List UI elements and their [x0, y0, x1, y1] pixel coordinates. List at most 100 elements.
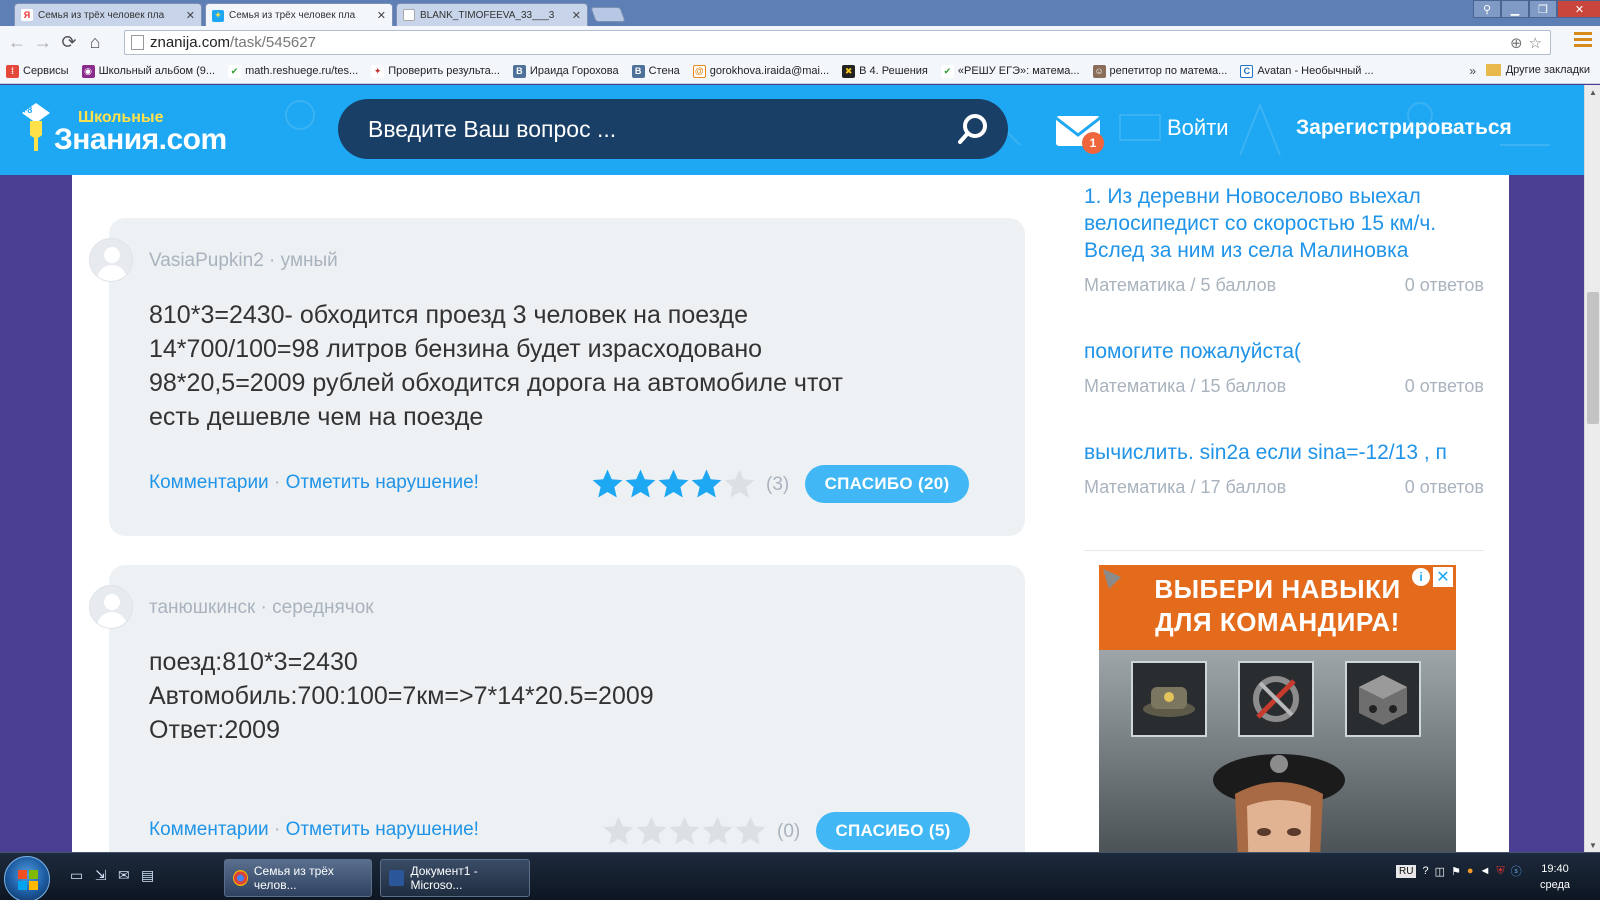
star-empty-icon[interactable] — [602, 815, 635, 848]
site-logo[interactable]: +8 Школьные Знания.com — [16, 99, 246, 159]
close-window-button[interactable]: ✕ — [1557, 0, 1600, 18]
star-empty-icon[interactable] — [723, 468, 756, 501]
url-domain: znanija.com — [150, 34, 231, 51]
ad-info-icon[interactable]: i — [1412, 568, 1430, 586]
close-tab-icon[interactable]: ✕ — [572, 9, 581, 22]
browser-tab-active[interactable]: ✦ Семья из трёх человек пла ✕ — [205, 3, 393, 27]
help-icon[interactable]: ? — [1422, 865, 1428, 877]
close-tab-icon[interactable]: ✕ — [186, 9, 195, 22]
bookmark-item[interactable]: B Стена — [631, 64, 680, 78]
avatar[interactable] — [89, 238, 133, 282]
outlook-icon[interactable]: ✉ — [118, 867, 134, 883]
rating-count: (0) — [777, 820, 801, 842]
notepad-icon[interactable]: ▤ — [141, 867, 157, 883]
volume-icon[interactable]: ◄ — [1480, 865, 1491, 877]
question-subject[interactable]: Математика — [1084, 275, 1185, 295]
home-icon[interactable]: ⌂ — [82, 30, 108, 56]
bookmark-item[interactable]: ⁞ Сервисы — [6, 64, 69, 78]
thanks-button[interactable]: СПАСИБО (5) — [816, 812, 970, 850]
register-link[interactable]: Зарегистрироваться — [1296, 116, 1512, 140]
windows-logo-icon — [18, 870, 38, 890]
avast-icon[interactable]: ● — [1467, 865, 1474, 877]
bookmark-item[interactable]: B Ираида Горохова — [512, 64, 619, 78]
report-link[interactable]: Отметить нарушение! — [286, 819, 479, 840]
scroll-thumb[interactable] — [1587, 292, 1599, 424]
bookmark-item[interactable]: ✖ В 4. Решения — [842, 64, 928, 78]
search-icon[interactable] — [956, 112, 990, 146]
bookmark-item[interactable]: ✔ «РЕШУ ЕГЭ»: матема... — [940, 64, 1080, 78]
browser-tab[interactable]: BLANK_TIMOFEEVA_33___3 ✕ — [396, 3, 588, 26]
answer-author[interactable]: VasiaPupkin2 · умный — [149, 250, 338, 272]
start-button[interactable] — [4, 856, 50, 900]
restore-button[interactable]: ❐ — [1529, 0, 1557, 18]
avatar[interactable] — [89, 585, 133, 629]
page-scrollbar[interactable]: ▲ ▼ — [1584, 85, 1600, 852]
bookmark-item[interactable]: ☺ репетитор по матема... — [1092, 64, 1227, 78]
scroll-up-icon[interactable]: ▲ — [1585, 85, 1600, 99]
window-controls: ⚲ ▁ ❐ ✕ — [1473, 0, 1600, 18]
star-empty-icon[interactable] — [701, 815, 734, 848]
star-empty-icon[interactable] — [734, 815, 767, 848]
taskbar-chrome[interactable]: Семья из трёх челов... — [224, 859, 372, 897]
rating-stars[interactable]: (3) — [591, 468, 789, 501]
bookmark-label: math.reshuege.ru/tes... — [245, 65, 359, 77]
star-filled-icon[interactable] — [690, 468, 723, 501]
bookmark-item[interactable]: ◉ Школьный альбом (9... — [81, 64, 215, 78]
zoom-icon[interactable]: ⊕ — [1510, 34, 1523, 52]
bookmark-item[interactable]: C Avatan - Необычный ... — [1240, 64, 1374, 78]
question-link[interactable]: 1. Из деревни Новоселово выехал велосипе… — [1084, 183, 1484, 264]
rating-stars[interactable]: (0) — [602, 815, 800, 848]
taskbar-word[interactable]: Документ1 - Microso... — [380, 859, 530, 897]
bookmark-star-icon[interactable]: ☆ — [1529, 34, 1542, 52]
comments-link[interactable]: Комментарии — [149, 819, 269, 840]
bookmark-item[interactable]: @ gorokhova.iraida@mai... — [692, 64, 829, 78]
search-input[interactable]: Введите Ваш вопрос ... — [338, 99, 1008, 159]
question-subject[interactable]: Математика — [1084, 477, 1185, 497]
scroll-down-icon[interactable]: ▼ — [1585, 838, 1600, 852]
menu-icon[interactable] — [1574, 32, 1592, 52]
skype-icon[interactable]: ⓢ — [1511, 863, 1522, 879]
new-tab-button[interactable] — [590, 7, 626, 22]
star-empty-icon[interactable] — [668, 815, 701, 848]
advertisement-banner[interactable]: ВЫБЕРИ НАВЫКИ ДЛЯ КОМАНДИРА! i ✕ — [1099, 565, 1456, 852]
report-link[interactable]: Отметить нарушение! — [286, 472, 479, 493]
user-icon[interactable]: ⚲ — [1473, 0, 1501, 18]
question-link[interactable]: помогите пожалуйста( — [1084, 338, 1484, 365]
star-filled-icon[interactable] — [591, 468, 624, 501]
bookmark-item[interactable]: ✔ math.reshuege.ru/tes... — [228, 64, 359, 78]
meta-separator: / — [1190, 477, 1196, 497]
close-tab-icon[interactable]: ✕ — [377, 9, 386, 22]
thanks-button[interactable]: СПАСИБО (20) — [805, 465, 969, 503]
minimize-button[interactable]: ▁ — [1501, 0, 1529, 18]
browser-tab[interactable]: Я Семья из трёх человек пла ✕ — [14, 3, 202, 26]
reload-icon[interactable]: ⟳ — [56, 30, 82, 56]
link-separator: · — [273, 819, 286, 840]
star-filled-icon[interactable] — [624, 468, 657, 501]
more-bookmarks-button[interactable]: » — [1469, 64, 1476, 78]
system-clock[interactable]: 19:40 среда — [1540, 861, 1570, 893]
language-indicator[interactable]: RU — [1396, 864, 1417, 878]
bookmark-label: Ираида Горохова — [529, 65, 619, 77]
question-answers: 0 ответов — [1404, 275, 1484, 295]
bookmark-item[interactable]: ✦ Проверить результа... — [371, 64, 500, 78]
login-link[interactable]: Войти — [1167, 115, 1229, 141]
show-desktop-icon[interactable]: ▭ — [70, 867, 86, 883]
ad-close-icon[interactable]: ✕ — [1433, 567, 1453, 587]
answer-author[interactable]: танюшкинск · середнячок — [149, 597, 374, 619]
chrome-icon — [233, 870, 248, 886]
star-filled-icon[interactable] — [657, 468, 690, 501]
forward-arrow-icon[interactable]: → — [30, 30, 56, 56]
flag-icon[interactable]: ⚑ — [1451, 865, 1461, 878]
back-arrow-icon[interactable]: ← — [4, 30, 30, 56]
shield-icon[interactable]: ⛨ — [1496, 865, 1504, 878]
question-subject[interactable]: Математика — [1084, 376, 1185, 396]
star-empty-icon[interactable] — [635, 815, 668, 848]
other-bookmarks[interactable]: Другие закладки — [1485, 64, 1590, 76]
question-link[interactable]: вычислить. sin2a если sina=-12/13 , п — [1084, 439, 1484, 466]
bookmarks-bar: ⁞ Сервисы ◉ Школьный альбом (9... ✔ math.re… — [0, 59, 1600, 84]
comments-link[interactable]: Комментарии — [149, 472, 269, 493]
network-icon[interactable]: ◫ — [1435, 865, 1445, 878]
address-bar[interactable]: znanija.com/task/545627 ⊕ ☆ — [124, 30, 1551, 55]
vk-icon: B — [631, 64, 645, 78]
switch-windows-icon[interactable]: ⇲ — [95, 867, 111, 883]
